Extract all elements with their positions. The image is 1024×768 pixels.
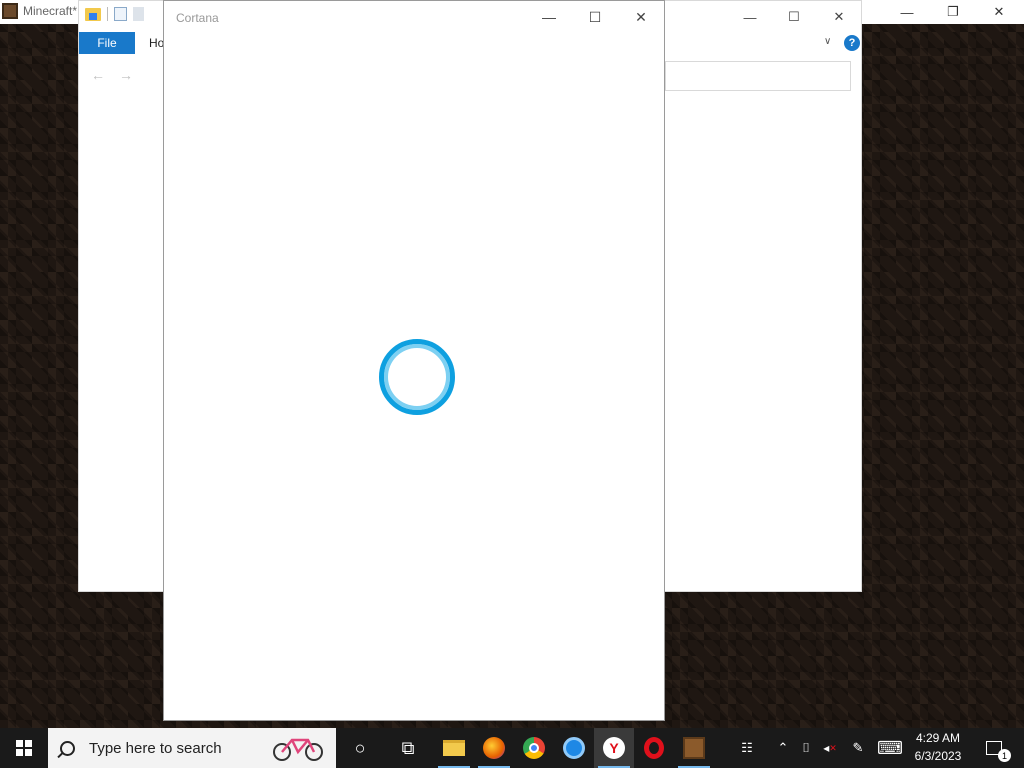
people-icon[interactable]: ☷ [736, 728, 758, 768]
task-view-icon[interactable]: ⧉ [388, 728, 428, 768]
minecraft-title: Minecraft* [23, 4, 78, 18]
volume-muted-icon[interactable]: ◂ ✕ [820, 728, 840, 768]
network-icon[interactable]: ⌷ [796, 728, 816, 768]
search-placeholder: Type here to search [89, 739, 222, 757]
explorer-minimize-button[interactable]: — [727, 3, 773, 31]
navigation-buttons: ← → [91, 67, 133, 83]
minecraft-launcher-icon[interactable] [674, 728, 714, 768]
notification-count-badge: 1 [998, 749, 1011, 762]
file-explorer-taskbar-icon[interactable] [434, 728, 474, 768]
new-folder-icon[interactable] [133, 7, 144, 21]
windows-logo-icon [16, 740, 32, 756]
clock-time[interactable]: 4:29 AM [910, 731, 966, 745]
chrome-icon[interactable] [514, 728, 554, 768]
back-arrow-icon[interactable]: ← [91, 67, 105, 83]
explorer-maximize-button[interactable]: ☐ [771, 3, 817, 31]
taskbar: Type here to search ○ ⧉ Y ☷ ⌃ ⌷ ◂ ✕ ✎ ⌨ 4… [0, 728, 1024, 768]
minecraft-close-button[interactable]: ✕ [976, 0, 1022, 24]
cortana-maximize-button[interactable]: ☐ [572, 1, 618, 33]
minecraft-restore-button[interactable]: ❐ [930, 0, 976, 24]
show-hidden-icons-chevron-icon[interactable]: ⌃ [774, 728, 792, 768]
cortana-ring-icon [379, 339, 455, 415]
cortana-title: Cortana [176, 11, 219, 25]
opera-icon[interactable] [634, 728, 674, 768]
taskbar-search-box[interactable]: Type here to search [48, 728, 336, 768]
cortana-button-icon[interactable]: ○ [340, 728, 380, 768]
firefox-icon[interactable] [474, 728, 514, 768]
help-icon[interactable]: ? [844, 35, 860, 51]
search-box[interactable] [665, 61, 851, 91]
mute-x-icon: ✕ [829, 742, 837, 753]
cortana-window: Cortana — ☐ ✕ [163, 0, 665, 721]
cortana-close-button[interactable]: ✕ [618, 1, 664, 33]
explorer-close-button[interactable]: ✕ [816, 3, 862, 31]
touch-keyboard-icon[interactable]: ⌨ [876, 728, 904, 768]
cortana-minimize-button[interactable]: — [526, 1, 572, 33]
bicycle-icon [273, 738, 323, 761]
quick-access-toolbar [85, 7, 144, 21]
minecraft-minimize-button[interactable]: — [884, 0, 930, 24]
search-icon [60, 740, 75, 756]
minecraft-icon [2, 3, 18, 19]
yandex-browser-icon[interactable]: Y [594, 728, 634, 768]
start-button[interactable] [0, 728, 48, 768]
file-tab[interactable]: File [79, 32, 135, 54]
action-center-icon[interactable]: 1 [980, 728, 1011, 768]
clock-date[interactable]: 6/3/2023 [910, 749, 966, 763]
properties-icon[interactable] [114, 7, 127, 21]
forward-arrow-icon[interactable]: → [119, 67, 133, 83]
toolbar-separator [107, 7, 108, 21]
brave-shield-icon[interactable] [554, 728, 594, 768]
expand-ribbon-icon[interactable]: ∨ [824, 36, 831, 47]
pen-workspace-icon[interactable]: ✎ [848, 728, 868, 768]
folder-icon [85, 7, 101, 21]
